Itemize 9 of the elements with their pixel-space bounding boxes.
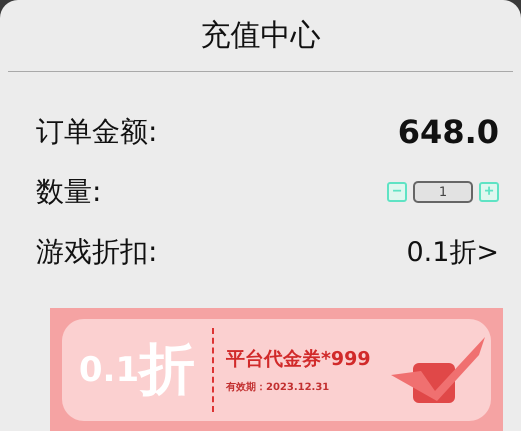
discount-link[interactable]: 0.1折> xyxy=(406,234,499,270)
field-label: 数量: xyxy=(36,174,102,210)
quantity-field[interactable]: 1 xyxy=(413,181,473,204)
dialog-title: 充值中心 xyxy=(8,0,513,72)
field-label: 游戏折扣: xyxy=(36,234,158,270)
coupon-name: 平台代金券*999 xyxy=(226,346,372,372)
amount-value: 648.0 xyxy=(398,113,499,152)
field-label: 订单金额: xyxy=(36,114,158,150)
coupon-expiry: 有效期：2023.12.31 xyxy=(226,380,330,394)
